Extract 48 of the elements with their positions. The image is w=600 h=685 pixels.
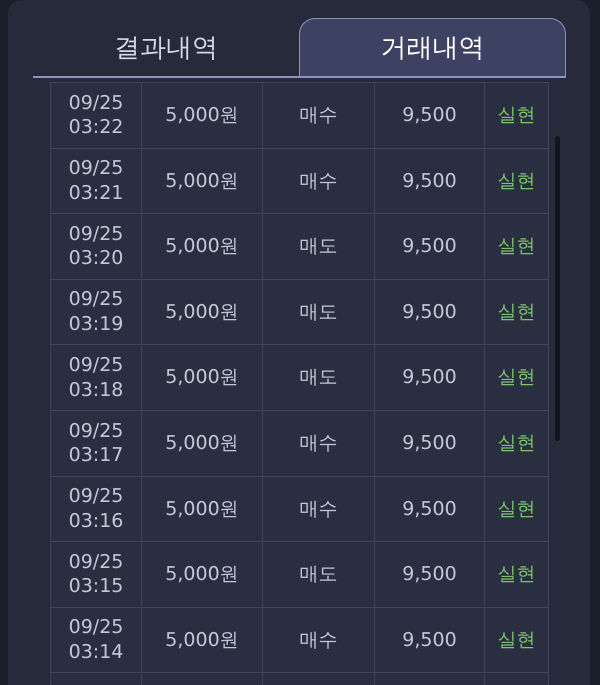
table-cell: 매도 <box>263 542 375 608</box>
table-cell: 5,000원 <box>142 148 263 214</box>
table-cell: 9,500 <box>375 608 485 674</box>
table-cell: 09/25 03:18 <box>50 345 142 411</box>
tab[interactable]: 결과내역 <box>33 18 298 76</box>
table-cell: 9,500 <box>375 214 485 280</box>
table-cell: 9,500 <box>375 410 485 477</box>
table-cell: 9,500 <box>375 148 485 214</box>
table-cell: 실현 <box>485 608 549 674</box>
table-cell: 매수 <box>263 608 375 674</box>
tab[interactable]: 거래내역 <box>298 18 566 76</box>
table-cell: 09/25 03:17 <box>50 410 142 477</box>
table-cell: 5,000원 <box>142 542 263 608</box>
table-cell: 실현 <box>485 345 549 411</box>
table-cell: 09/25 03:19 <box>50 280 142 346</box>
table-cell: 실현 <box>485 280 549 346</box>
table-cell: 09/25 03:21 <box>50 148 142 214</box>
scrollbar[interactable] <box>555 136 560 441</box>
table-cell: 5,000원 <box>142 608 263 674</box>
table-cell: 매수 <box>263 148 375 214</box>
table-cell: 9,500 <box>375 280 485 346</box>
table-cell: 09/25 03:16 <box>50 476 142 542</box>
table-cell: 5,000원 <box>142 476 263 542</box>
table-cell: 실현 <box>485 148 549 214</box>
table-cell: 실현 <box>485 542 549 608</box>
table-cell: 5,000원 <box>142 410 263 477</box>
table-cell: 9,500 <box>375 542 485 608</box>
table-cell: 실현 <box>485 214 549 280</box>
table-cell: 09/25 03:22 <box>50 83 142 149</box>
table-cell: 매도 <box>263 280 375 346</box>
table-cell: 매수 <box>263 83 375 149</box>
table-cell: 매수 <box>263 410 375 477</box>
table-cell: 5,000원 <box>142 214 263 280</box>
table-cell: 09/25 03:14 <box>50 608 142 674</box>
table-cell: 9,500 <box>375 83 485 149</box>
table-cell: 실현 <box>485 410 549 477</box>
table-cell: 5,000원 <box>142 345 263 411</box>
table-cell: 5,000원 <box>142 83 263 149</box>
table-cell: 매도 <box>263 214 375 280</box>
table-cell: 매수 <box>263 476 375 542</box>
table-cell: 09/25 03:20 <box>50 214 142 280</box>
table-cell: 매도 <box>263 345 375 411</box>
table-cell: 실현 <box>485 476 549 542</box>
table-cell: 9,500 <box>375 345 485 411</box>
table-cell: 실현 <box>485 83 549 149</box>
table-cell: 09/25 03:15 <box>50 542 142 608</box>
table-cell: 5,000원 <box>142 280 263 346</box>
table-cell: 9,500 <box>375 476 485 542</box>
